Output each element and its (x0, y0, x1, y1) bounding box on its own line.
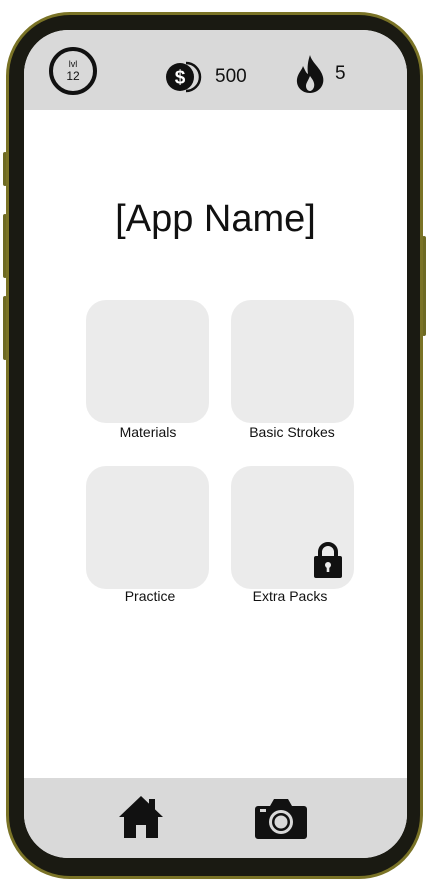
coin-balance[interactable]: $ 500 (164, 60, 247, 94)
tile-label-materials: Materials (119, 424, 177, 440)
top-status-bar: lvl 12 $ 500 5 (24, 30, 407, 110)
streak-count: 5 (335, 63, 346, 84)
dollar-coin-icon: $ (166, 61, 202, 93)
bottom-nav-bar (24, 778, 407, 858)
home-icon[interactable] (118, 794, 164, 840)
tile-label-extra-packs: Extra Packs (252, 588, 328, 604)
tile-label-basic-strokes: Basic Strokes (249, 424, 335, 440)
level-badge[interactable]: lvl 12 (49, 47, 97, 95)
lock-icon (314, 542, 342, 578)
level-number: 12 (66, 69, 80, 83)
phone-screen: lvl 12 $ 500 5 [App Name] Materials Basi… (24, 30, 407, 858)
flame-icon (296, 55, 324, 93)
app-title: [App Name] (115, 198, 316, 240)
coin-count: 500 (215, 66, 247, 87)
camera-icon[interactable] (255, 797, 307, 839)
page: lvl 12 $ 500 5 [App Name] Materials Basi… (0, 0, 429, 887)
level-label: lvl (68, 59, 78, 69)
tile-basic-strokes[interactable] (231, 300, 354, 423)
tile-practice[interactable] (86, 466, 209, 589)
tile-materials[interactable] (86, 300, 209, 423)
streak-counter[interactable]: 5 (294, 54, 346, 94)
svg-text:$: $ (175, 68, 186, 89)
tile-label-practice: Practice (124, 588, 176, 604)
